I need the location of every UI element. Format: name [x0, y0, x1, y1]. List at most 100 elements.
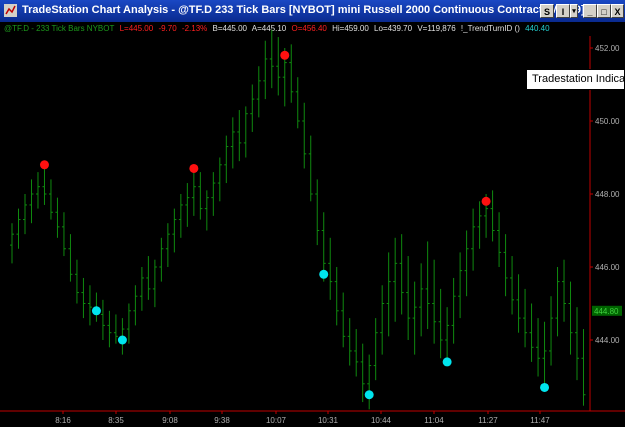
ohlc-bar — [523, 288, 528, 348]
ohlc-bar — [464, 230, 469, 297]
ohlc-bar — [555, 267, 560, 337]
ohlc-bar — [198, 172, 203, 220]
ohlc-bar — [61, 212, 66, 257]
ohlc-bar — [22, 194, 27, 235]
ohlc-bar — [438, 288, 443, 359]
trough-dot — [540, 382, 550, 392]
ohlc-bar — [191, 168, 196, 216]
trough-dot — [117, 335, 127, 345]
ohlc-bar — [224, 135, 229, 184]
ohlc-bar — [542, 321, 547, 384]
ohlc-bar — [308, 135, 313, 202]
ohlc-bar — [35, 172, 40, 209]
y-tick-label: 450.00 — [595, 117, 620, 126]
x-tick-label: 9:08 — [162, 416, 178, 425]
ohlc-bar — [425, 241, 430, 330]
ohlc-bar — [360, 343, 365, 403]
ohlc-bar — [237, 110, 242, 162]
ohlc-bar — [204, 190, 209, 231]
peak-dot — [280, 50, 290, 60]
ohlc-bar — [152, 259, 157, 308]
ohlc-bar — [412, 281, 417, 355]
x-tick-label: 8:35 — [108, 416, 124, 425]
ohlc-bar — [373, 318, 378, 381]
ohlc-bar — [269, 29, 274, 89]
x-tick-label: 11:27 — [478, 416, 498, 425]
ohlc-bar — [341, 292, 346, 348]
ohlc-bar — [100, 299, 105, 340]
ohlc-bar — [471, 208, 476, 271]
x-tick-label: 10:31 — [318, 416, 339, 425]
trough-dot — [442, 357, 452, 367]
peak-dot — [39, 160, 49, 170]
peak-dot — [189, 163, 199, 173]
ohlc-bar — [165, 223, 170, 267]
x-tick-label: 9:38 — [214, 416, 230, 425]
last-price-label: 444.80 — [594, 307, 619, 316]
x-tick-label: 11:04 — [424, 416, 444, 425]
ohlc-bars — [10, 29, 586, 410]
ohlc-bar — [263, 40, 268, 100]
y-tick-label: 444.00 — [595, 336, 620, 345]
peak-dot — [481, 196, 491, 206]
ohlc-bar — [42, 164, 47, 205]
ohlc-bar — [276, 37, 281, 96]
y-tick-label: 446.00 — [595, 263, 620, 272]
price-chart[interactable]: 452.00 450.00 448.00 446.00 444.00 444.80 8:16… — [0, 0, 625, 427]
ohlc-bar — [581, 329, 586, 406]
ohlc-bar — [516, 274, 521, 333]
ohlc-bar — [562, 259, 567, 322]
ohlc-bar — [217, 157, 222, 202]
ohlc-bar — [503, 234, 508, 297]
ohlc-bar — [386, 252, 391, 337]
trough-dot — [319, 269, 329, 279]
ohlc-bar — [243, 106, 248, 158]
ohlc-bar — [477, 201, 482, 249]
ohlc-bar — [380, 285, 385, 355]
ohlc-bar — [48, 179, 53, 220]
ohlc-bar — [289, 44, 294, 103]
ohlc-bar — [510, 256, 515, 315]
ohlc-bar — [536, 318, 541, 377]
ohlc-bar — [549, 296, 554, 366]
ohlc-bar — [315, 179, 320, 246]
ohlc-bar — [419, 263, 424, 337]
x-tick-label: 10:07 — [266, 416, 287, 425]
ohlc-bar — [445, 307, 450, 362]
y-tick-label: 448.00 — [595, 190, 620, 199]
ohlc-bar — [185, 183, 190, 227]
ohlc-bar — [256, 66, 261, 118]
x-tick-label: 10:44 — [371, 416, 392, 425]
ohlc-bar — [451, 277, 456, 344]
ohlc-bar — [458, 252, 463, 319]
ohlc-bar — [334, 267, 339, 326]
ohlc-bar — [81, 277, 86, 319]
ohlc-bar — [328, 237, 333, 300]
ohlc-bar — [29, 179, 34, 224]
ohlc-bar — [354, 329, 359, 377]
ohlc-bar — [367, 354, 372, 410]
ohlc-bar — [55, 197, 60, 238]
trough-dot — [364, 390, 374, 400]
ohlc-bar — [159, 237, 164, 282]
ohlc-bar — [568, 281, 573, 355]
x-tick-label: 8:16 — [55, 416, 71, 425]
ohlc-bar — [295, 77, 300, 129]
ohlc-bar — [575, 307, 580, 381]
ohlc-bar — [406, 256, 411, 340]
ohlc-bar — [432, 259, 437, 344]
ohlc-bar — [250, 84, 255, 132]
ohlc-bar — [178, 194, 183, 238]
ohlc-bar — [113, 314, 118, 344]
trough-dot — [91, 306, 101, 316]
indicator-tooltip: Tradestation Indicat — [526, 69, 625, 90]
x-tick-label: 11:47 — [530, 416, 550, 425]
ohlc-bar — [74, 259, 79, 304]
ohlc-bar — [211, 172, 216, 216]
ohlc-bar — [497, 212, 502, 267]
ohlc-bar — [529, 303, 534, 362]
ohlc-bar — [347, 318, 352, 366]
ohlc-bar — [10, 223, 14, 264]
ohlc-bar — [393, 237, 398, 322]
chart-axes: 452.00 450.00 448.00 446.00 444.00 444.80 8:16… — [0, 36, 625, 425]
